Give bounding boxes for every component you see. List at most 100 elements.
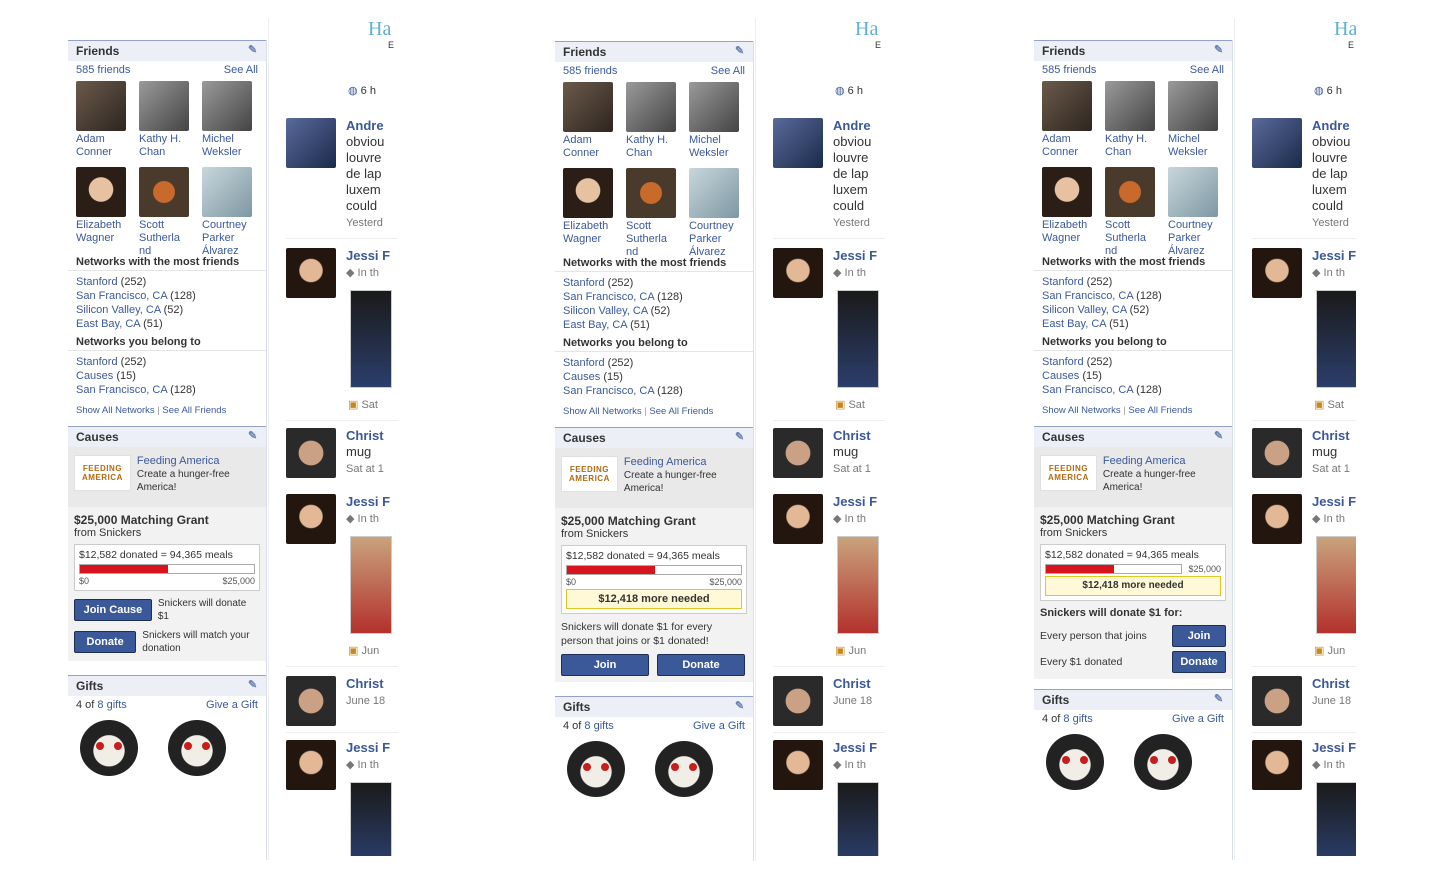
friend-tile[interactable]: Scott Sutherla nd (139, 167, 202, 257)
network-link[interactable]: San Francisco, CA (1042, 384, 1133, 396)
show-all-networks-link[interactable]: Show All Networks (563, 406, 642, 417)
friend-name[interactable]: Conner (1042, 146, 1105, 159)
author-link[interactable]: Christ (1312, 676, 1350, 691)
friend-name[interactable]: Scott (139, 219, 202, 232)
jigsaw-puppet-gift-icon[interactable] (655, 741, 713, 797)
friend-tile[interactable]: Kathy H. Chan (139, 81, 202, 167)
network-link[interactable]: East Bay, CA (1042, 318, 1106, 330)
friend-name[interactable]: Elizabeth (76, 219, 139, 232)
author-link[interactable]: Christ (346, 676, 384, 691)
avatar[interactable] (1105, 167, 1155, 217)
pencil-icon[interactable]: ✎ (1214, 431, 1224, 442)
jigsaw-puppet-gift-icon[interactable] (168, 720, 226, 776)
pencil-icon[interactable]: ✎ (248, 680, 258, 691)
give-gift-link[interactable]: Give a Gift (1172, 710, 1224, 728)
gifts-count-link[interactable]: 8 gifts (97, 699, 126, 711)
author-link[interactable]: Jessi F (346, 494, 390, 509)
network-link[interactable]: Silicon Valley, CA (76, 304, 161, 316)
network-link[interactable]: San Francisco, CA (563, 385, 654, 397)
friend-tile[interactable]: Courtney Parker Álvarez (202, 167, 265, 257)
friend-tile[interactable]: Michel Weksler (689, 82, 752, 168)
avatar[interactable] (1252, 494, 1302, 544)
friend-name[interactable]: Conner (563, 147, 626, 160)
friend-name[interactable]: Chan (1105, 146, 1168, 159)
network-link[interactable]: Causes (563, 371, 600, 383)
network-link[interactable]: San Francisco, CA (1042, 290, 1133, 302)
see-all-link[interactable]: See All (1190, 61, 1224, 79)
show-all-networks-link[interactable]: Show All Networks (1042, 405, 1121, 416)
friend-name[interactable]: Kathy H. (626, 134, 689, 147)
friend-name[interactable]: Kathy H. (1105, 133, 1168, 146)
photo-thumbnail[interactable] (837, 290, 879, 388)
feeding-america-logo[interactable]: FEEDING AMERICA (1040, 455, 1097, 491)
avatar[interactable] (1042, 81, 1092, 131)
network-link[interactable]: Causes (76, 370, 113, 382)
friend-name[interactable]: Sutherla (1105, 232, 1168, 245)
pencil-icon[interactable]: ✎ (248, 431, 258, 442)
friend-name[interactable]: Wagner (76, 232, 139, 245)
author-link[interactable]: Jessi F (346, 740, 390, 755)
friend-name[interactable]: Michel (202, 133, 265, 146)
author-link[interactable]: Jessi F (833, 740, 877, 755)
avatar[interactable] (1168, 167, 1218, 217)
friend-name[interactable]: Weksler (202, 146, 265, 159)
avatar[interactable] (202, 167, 252, 217)
author-link[interactable]: Christ (833, 676, 871, 691)
avatar[interactable] (689, 82, 739, 132)
friend-name[interactable]: Adam (76, 133, 139, 146)
avatar[interactable] (286, 494, 336, 544)
friend-name[interactable]: Wagner (563, 233, 626, 246)
avatar[interactable] (76, 81, 126, 131)
avatar[interactable] (1042, 167, 1092, 217)
join-button[interactable]: Join (1172, 625, 1226, 647)
friends-count-link[interactable]: 585 friends (1042, 61, 1096, 79)
friend-name[interactable]: Wagner (1042, 232, 1105, 245)
photo-thumbnail[interactable] (1316, 782, 1356, 856)
network-link[interactable]: Causes (1042, 370, 1079, 382)
cause-name-link[interactable]: Feeding America (1103, 455, 1226, 468)
friend-name[interactable]: Weksler (689, 147, 752, 160)
pencil-icon[interactable]: ✎ (735, 701, 745, 712)
friend-name[interactable]: Courtney (202, 219, 265, 232)
jigsaw-puppet-gift-icon[interactable] (80, 720, 138, 776)
cause-name-link[interactable]: Feeding America (137, 455, 260, 468)
author-link[interactable]: Andre (1312, 118, 1350, 133)
pencil-icon[interactable]: ✎ (735, 432, 745, 443)
friend-tile[interactable]: Scott Sutherla nd (1105, 167, 1168, 257)
photo-thumbnail[interactable] (1316, 290, 1356, 388)
friend-name[interactable]: Scott (1105, 219, 1168, 232)
avatar[interactable] (1252, 248, 1302, 298)
avatar[interactable] (563, 168, 613, 218)
feeding-america-logo[interactable]: FEEDING AMERICA (74, 455, 131, 491)
donate-button[interactable]: Donate (74, 631, 137, 653)
jigsaw-puppet-gift-icon[interactable] (567, 741, 625, 797)
avatar[interactable] (76, 167, 126, 217)
friend-tile[interactable]: Elizabeth Wagner (1042, 167, 1105, 253)
photo-thumbnail[interactable] (350, 290, 392, 388)
friend-name[interactable]: Michel (689, 134, 752, 147)
friend-tile[interactable]: Elizabeth Wagner (563, 168, 626, 254)
avatar[interactable] (286, 428, 336, 478)
network-link[interactable]: East Bay, CA (563, 319, 627, 331)
give-gift-link[interactable]: Give a Gift (206, 696, 258, 714)
avatar[interactable] (1252, 428, 1302, 478)
friend-name[interactable]: Elizabeth (1042, 219, 1105, 232)
author-link[interactable]: Jessi F (833, 248, 877, 263)
photo-thumbnail[interactable] (1316, 536, 1356, 634)
donate-button[interactable]: Donate (1172, 651, 1226, 673)
pencil-icon[interactable]: ✎ (1214, 45, 1224, 56)
friend-name[interactable]: Conner (76, 146, 139, 159)
network-link[interactable]: Stanford (563, 277, 605, 289)
network-link[interactable]: East Bay, CA (76, 318, 140, 330)
friend-name[interactable]: Parker (689, 233, 752, 246)
avatar[interactable] (286, 676, 336, 726)
friend-tile[interactable]: Courtney Parker Álvarez (1168, 167, 1231, 257)
author-link[interactable]: Jessi F (1312, 494, 1356, 509)
author-link[interactable]: Jessi F (346, 248, 390, 263)
friend-tile[interactable]: Adam Conner (563, 82, 626, 168)
friend-tile[interactable]: Adam Conner (76, 81, 139, 167)
jigsaw-puppet-gift-icon[interactable] (1134, 734, 1192, 790)
network-link[interactable]: San Francisco, CA (563, 291, 654, 303)
friend-name[interactable]: Elizabeth (563, 220, 626, 233)
network-link[interactable]: Stanford (563, 357, 605, 369)
